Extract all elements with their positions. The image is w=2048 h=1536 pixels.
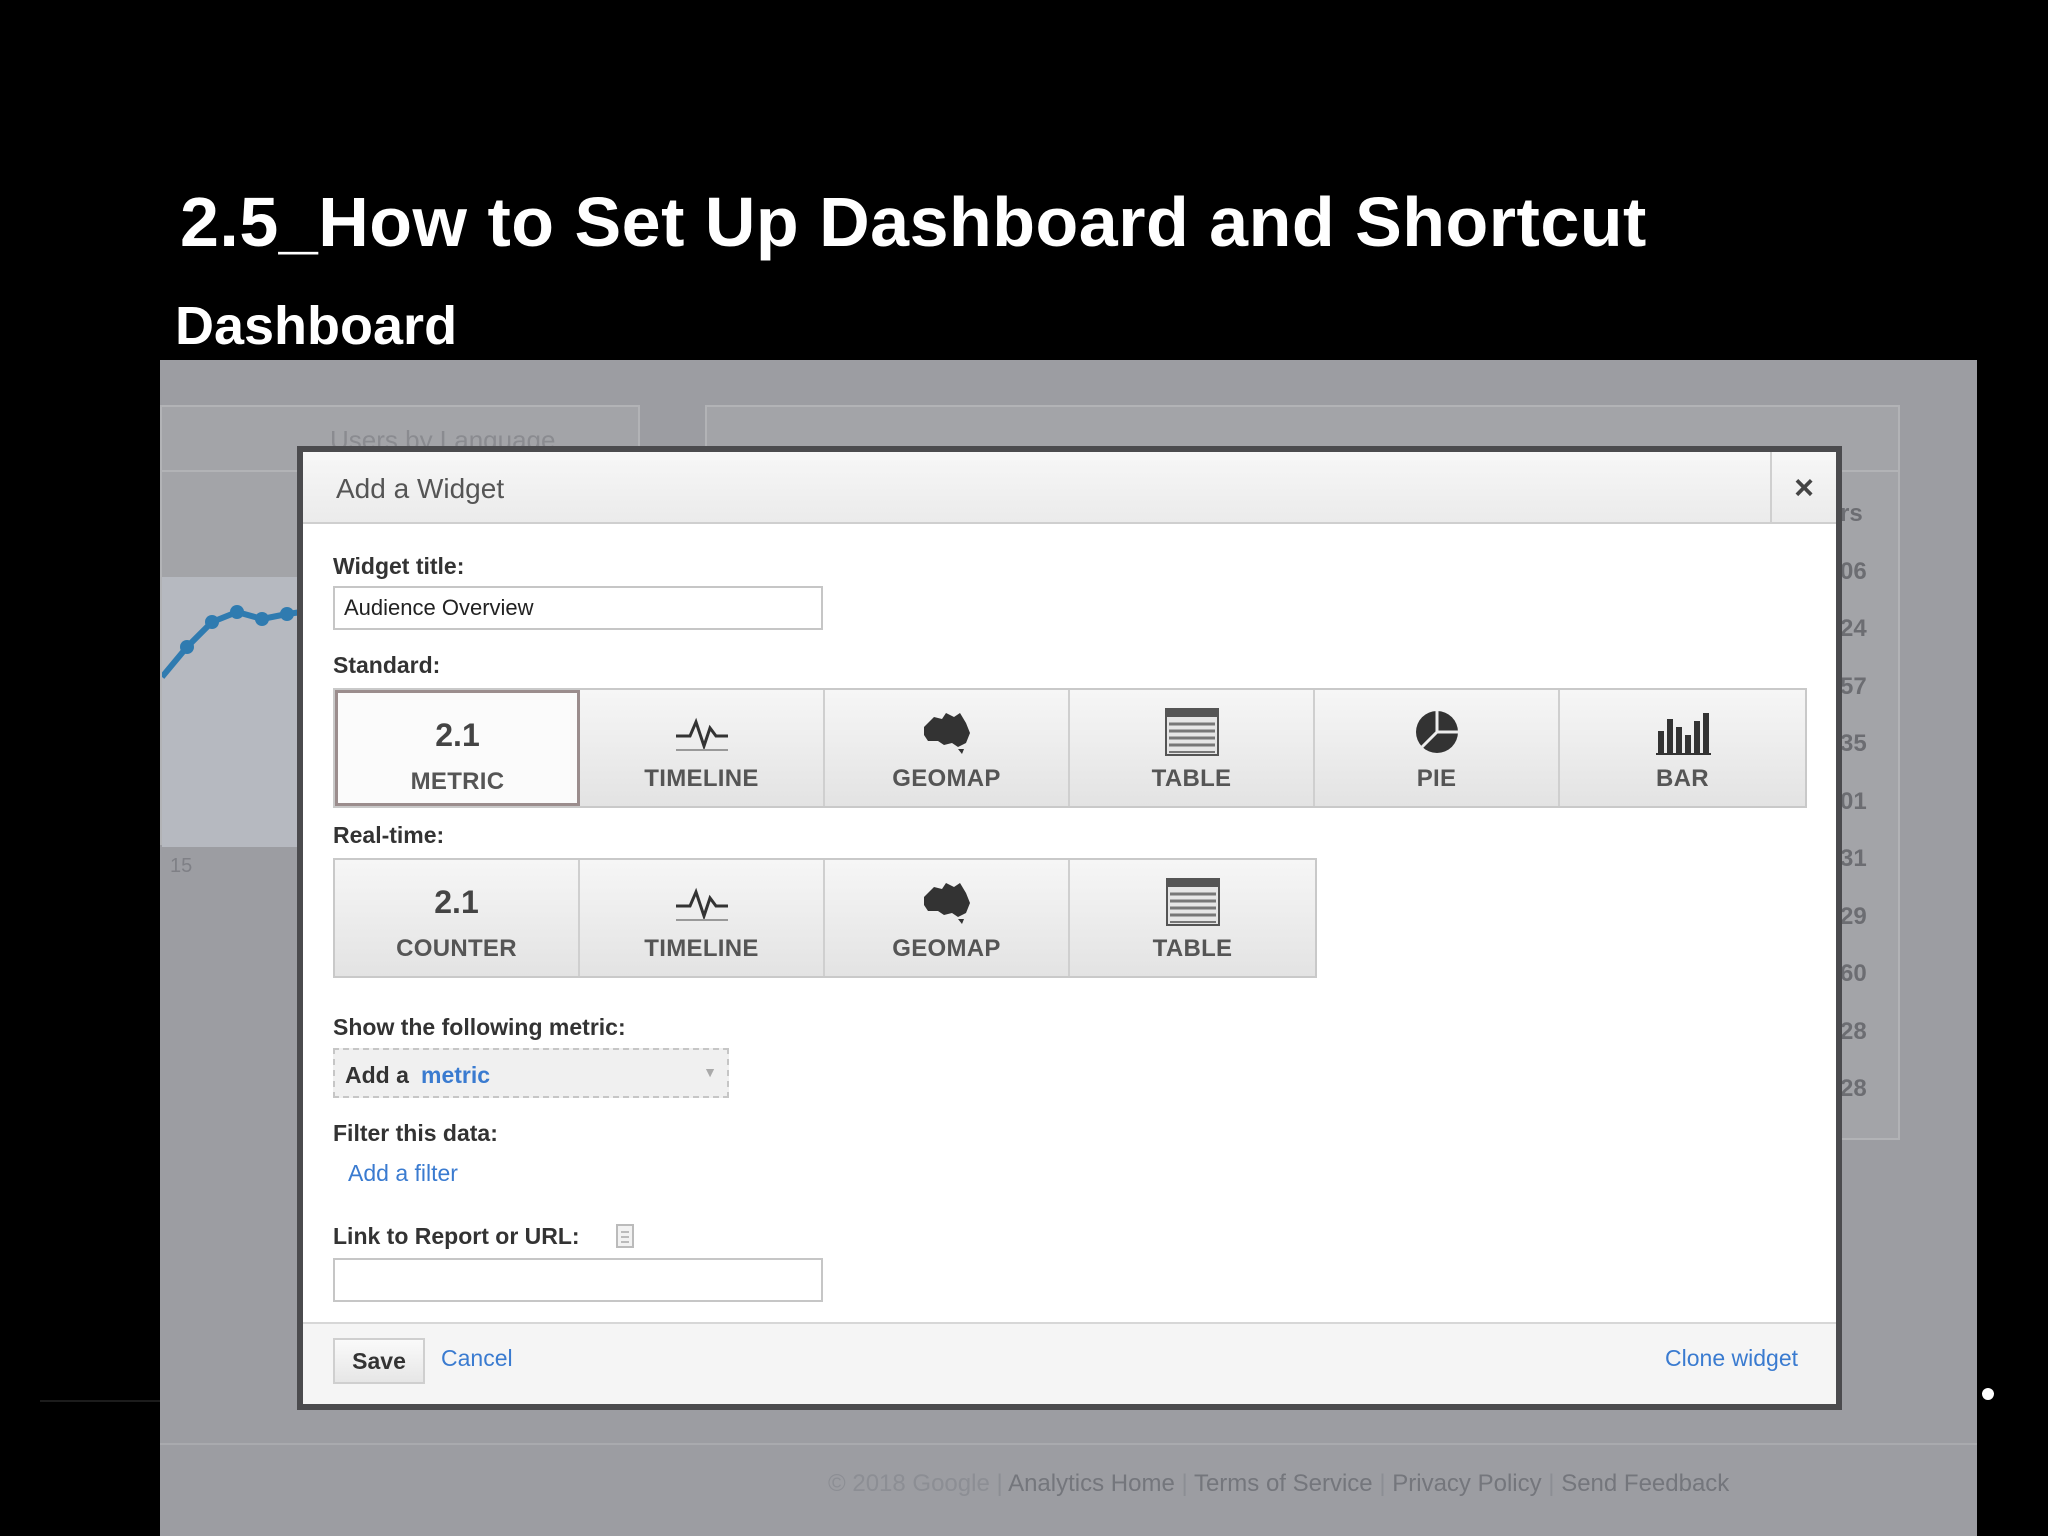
standard-widget-types: 2.1 METRIC TIMELINE GEOMAP TABLE PIE BAR [333,688,1807,808]
link-url-label: Link to Report or URL: [333,1223,580,1249]
metric-dropdown[interactable]: Add a metric ▼ [333,1048,729,1098]
realtime-geomap-tile[interactable]: GEOMAP [825,860,1070,976]
tile-label: GEOMAP [892,765,1001,792]
dialog-header: Add a Widget × [303,452,1836,524]
standard-bar-tile[interactable]: BAR [1560,690,1805,806]
bg-column-value: 35 [1840,730,1867,757]
realtime-counter-tile[interactable]: 2.1 COUNTER [335,860,580,976]
dialog-title: Add a Widget [336,473,505,504]
widget-title-input[interactable] [333,586,823,630]
slide-bullet [1982,1388,1994,1400]
standard-pie-tile[interactable]: PIE [1315,690,1560,806]
timeline-icon [580,878,823,926]
bg-footer-separator: | [1372,1470,1393,1497]
counter-icon: 2.1 [335,878,578,926]
help-doc-icon[interactable] [616,1224,634,1248]
bg-chart-tick: 15 [170,855,193,877]
close-icon[interactable]: × [1770,452,1836,524]
tile-label: BAR [1656,765,1709,792]
bg-footer: © 2018 Google | Analytics Home | Terms o… [828,1470,1729,1498]
bg-column-value: 31 [1840,845,1867,872]
bg-footer-separator: | [1541,1470,1562,1497]
tile-label: GEOMAP [892,935,1001,962]
slide-title: 2.5_How to Set Up Dashboard and Shortcut [180,183,1647,261]
tile-label: TIMELINE [644,765,759,792]
standard-timeline-tile[interactable]: TIMELINE [580,690,825,806]
cancel-link[interactable]: Cancel [441,1345,513,1372]
add-widget-dialog: Add a Widget × Widget title: Standard: 2… [297,446,1842,1410]
table-icon [1070,878,1315,926]
clone-widget-link[interactable]: Clone widget [1665,1345,1798,1372]
bg-footer-separator: | [1174,1470,1194,1497]
bg-footer-copyright: © 2018 Google [828,1470,990,1497]
bg-column-header: rs [1840,500,1863,527]
tile-label: TABLE [1151,765,1232,792]
tile-label: TABLE [1152,935,1233,962]
bg-line-chart-svg [160,605,303,679]
metric-icon-text: 2.1 [435,716,480,753]
realtime-widget-types: 2.1 COUNTER TIMELINE GEOMAP TABLE [333,858,1317,978]
bg-table-column: rs 06 24 57 35 01 31 29 60 28 28 [1840,500,1900,1133]
standard-table-tile[interactable]: TABLE [1070,690,1315,806]
bg-footer-link[interactable]: Send Feedback [1561,1470,1729,1497]
timeline-icon [580,708,823,756]
bg-column-value: 06 [1840,557,1867,585]
slide-subtitle: Dashboard [175,296,458,356]
bg-column-value: 60 [1840,960,1867,987]
add-filter-link[interactable]: Add a filter [348,1160,458,1187]
standard-geomap-tile[interactable]: GEOMAP [825,690,1070,806]
tile-label: PIE [1416,765,1457,792]
table-icon [1070,708,1313,756]
bg-column-value: 57 [1840,672,1867,700]
bg-column-value: 24 [1840,615,1867,642]
metric-icon: 2.1 [338,711,577,759]
bg-footer-divider [160,1443,1977,1445]
realtime-table-tile[interactable]: TABLE [1070,860,1315,976]
standard-metric-tile[interactable]: 2.1 METRIC [335,690,580,806]
bg-column-value: 01 [1840,787,1867,815]
widget-title-label: Widget title: [333,553,465,579]
filter-label: Filter this data: [333,1120,498,1146]
pie-icon [1315,708,1558,756]
standard-label: Standard: [333,652,441,678]
bg-footer-link[interactable]: Privacy Policy [1392,1470,1541,1497]
metric-label: Show the following metric: [333,1014,626,1040]
bg-column-value: 28 [1840,1075,1867,1102]
metric-dropdown-prefix: Add a [345,1062,409,1088]
link-url-input[interactable] [333,1258,823,1302]
geomap-icon [825,878,1068,926]
slide-divider [40,1400,160,1402]
bg-footer-link[interactable]: Analytics Home [1008,1470,1175,1497]
dialog-footer: Save Cancel Clone widget [303,1322,1836,1404]
tile-label: COUNTER [396,935,517,962]
chevron-down-icon: ▼ [703,1064,717,1080]
realtime-timeline-tile[interactable]: TIMELINE [580,860,825,976]
metric-dropdown-link[interactable]: metric [421,1062,490,1089]
geomap-icon [825,708,1068,756]
tile-label: TIMELINE [644,935,759,962]
bg-footer-separator: | [996,1470,1009,1497]
realtime-label: Real-time: [333,822,445,848]
bg-footer-link[interactable]: Terms of Service [1194,1470,1373,1497]
bg-line-chart [160,577,303,847]
bg-column-value: 28 [1840,1017,1867,1045]
bar-icon [1560,708,1805,756]
save-button[interactable]: Save [333,1338,425,1384]
counter-icon-text: 2.1 [434,883,479,920]
bg-column-value: 29 [1840,902,1867,930]
tile-label: METRIC [410,768,505,795]
